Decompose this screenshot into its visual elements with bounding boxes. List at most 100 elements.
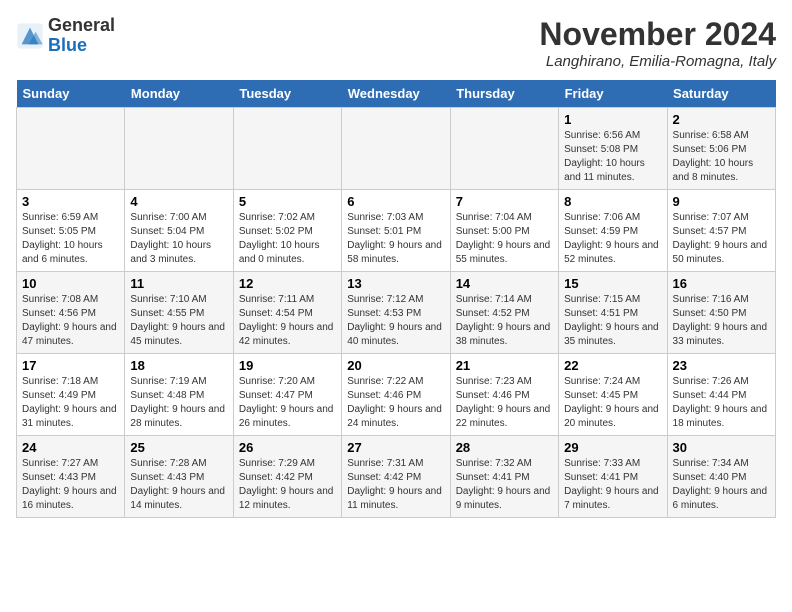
page-header: General Blue November 2024 Langhirano, E…	[16, 16, 776, 70]
calendar-cell: 1Sunrise: 6:56 AM Sunset: 5:08 PM Daylig…	[559, 108, 667, 190]
day-number: 29	[564, 440, 661, 455]
month-title: November 2024	[539, 16, 776, 53]
day-number: 3	[22, 194, 119, 209]
logo-icon	[16, 22, 44, 50]
calendar-week-row: 1Sunrise: 6:56 AM Sunset: 5:08 PM Daylig…	[17, 108, 776, 190]
day-number: 21	[456, 358, 553, 373]
day-info: Sunrise: 6:59 AM Sunset: 5:05 PM Dayligh…	[22, 211, 119, 267]
day-info: Sunrise: 7:04 AM Sunset: 5:00 PM Dayligh…	[456, 211, 553, 267]
day-info: Sunrise: 7:16 AM Sunset: 4:50 PM Dayligh…	[673, 293, 770, 349]
day-info: Sunrise: 7:06 AM Sunset: 4:59 PM Dayligh…	[564, 211, 661, 267]
day-info: Sunrise: 6:56 AM Sunset: 5:08 PM Dayligh…	[564, 129, 661, 185]
day-number: 5	[239, 194, 336, 209]
calendar-table: SundayMondayTuesdayWednesdayThursdayFrid…	[16, 80, 776, 518]
day-number: 26	[239, 440, 336, 455]
calendar-cell: 28 Sunrise: 7:32 AM Sunset: 4:41 PM Dayli…	[450, 436, 558, 518]
calendar-cell: 12 Sunrise: 7:11 AM Sunset: 4:54 PM Dayli…	[233, 272, 341, 354]
calendar-cell: 20 Sunrise: 7:22 AM Sunset: 4:46 PM Dayli…	[342, 354, 450, 436]
day-info: Sunrise: 7:24 AM Sunset: 4:45 PM Dayligh…	[564, 375, 661, 431]
calendar-cell: 11 Sunrise: 7:10 AM Sunset: 4:55 PM Dayli…	[125, 272, 233, 354]
calendar-week-row: 17 Sunrise: 7:18 AM Sunset: 4:49 PM Dayli…	[17, 354, 776, 436]
day-info: Sunrise: 7:28 AM Sunset: 4:43 PM Dayligh…	[130, 457, 227, 513]
calendar-day-header: Sunday	[17, 80, 125, 108]
day-info: Sunrise: 6:58 AM Sunset: 5:06 PM Dayligh…	[673, 129, 770, 185]
calendar-cell: 8Sunrise: 7:06 AM Sunset: 4:59 PM Daylig…	[559, 190, 667, 272]
calendar-cell: 19 Sunrise: 7:20 AM Sunset: 4:47 PM Dayli…	[233, 354, 341, 436]
day-number: 28	[456, 440, 553, 455]
day-info: Sunrise: 7:18 AM Sunset: 4:49 PM Dayligh…	[22, 375, 119, 431]
calendar-cell: 27 Sunrise: 7:31 AM Sunset: 4:42 PM Dayli…	[342, 436, 450, 518]
calendar-cell: 23 Sunrise: 7:26 AM Sunset: 4:44 PM Dayli…	[667, 354, 775, 436]
day-info: Sunrise: 7:20 AM Sunset: 4:47 PM Dayligh…	[239, 375, 336, 431]
day-info: Sunrise: 7:11 AM Sunset: 4:54 PM Dayligh…	[239, 293, 336, 349]
calendar-cell: 7Sunrise: 7:04 AM Sunset: 5:00 PM Daylig…	[450, 190, 558, 272]
day-number: 25	[130, 440, 227, 455]
calendar-cell: 18 Sunrise: 7:19 AM Sunset: 4:48 PM Dayli…	[125, 354, 233, 436]
day-info: Sunrise: 7:33 AM Sunset: 4:41 PM Dayligh…	[564, 457, 661, 513]
day-number: 19	[239, 358, 336, 373]
day-number: 24	[22, 440, 119, 455]
calendar-cell: 17 Sunrise: 7:18 AM Sunset: 4:49 PM Dayli…	[17, 354, 125, 436]
day-number: 30	[673, 440, 770, 455]
day-number: 10	[22, 276, 119, 291]
calendar-week-row: 10Sunrise: 7:08 AM Sunset: 4:56 PM Dayli…	[17, 272, 776, 354]
day-info: Sunrise: 7:19 AM Sunset: 4:48 PM Dayligh…	[130, 375, 227, 431]
calendar-cell: 26 Sunrise: 7:29 AM Sunset: 4:42 PM Dayli…	[233, 436, 341, 518]
day-number: 17	[22, 358, 119, 373]
day-number: 22	[564, 358, 661, 373]
calendar-day-header: Friday	[559, 80, 667, 108]
day-number: 16	[673, 276, 770, 291]
calendar-cell	[450, 108, 558, 190]
logo-general-text: General	[48, 15, 115, 35]
calendar-cell: 22 Sunrise: 7:24 AM Sunset: 4:45 PM Dayli…	[559, 354, 667, 436]
calendar-week-row: 24 Sunrise: 7:27 AM Sunset: 4:43 PM Dayli…	[17, 436, 776, 518]
day-number: 20	[347, 358, 444, 373]
calendar-cell: 16 Sunrise: 7:16 AM Sunset: 4:50 PM Dayli…	[667, 272, 775, 354]
day-number: 15	[564, 276, 661, 291]
day-info: Sunrise: 7:15 AM Sunset: 4:51 PM Dayligh…	[564, 293, 661, 349]
day-number: 6	[347, 194, 444, 209]
day-info: Sunrise: 7:32 AM Sunset: 4:41 PM Dayligh…	[456, 457, 553, 513]
day-info: Sunrise: 7:34 AM Sunset: 4:40 PM Dayligh…	[673, 457, 770, 513]
day-info: Sunrise: 7:03 AM Sunset: 5:01 PM Dayligh…	[347, 211, 444, 267]
calendar-day-header: Thursday	[450, 80, 558, 108]
day-info: Sunrise: 7:22 AM Sunset: 4:46 PM Dayligh…	[347, 375, 444, 431]
calendar-cell: 4Sunrise: 7:00 AM Sunset: 5:04 PM Daylig…	[125, 190, 233, 272]
day-number: 2	[673, 112, 770, 127]
calendar-day-header: Tuesday	[233, 80, 341, 108]
day-info: Sunrise: 7:26 AM Sunset: 4:44 PM Dayligh…	[673, 375, 770, 431]
calendar-cell: 6 Sunrise: 7:03 AM Sunset: 5:01 PM Daylig…	[342, 190, 450, 272]
day-info: Sunrise: 7:14 AM Sunset: 4:52 PM Dayligh…	[456, 293, 553, 349]
calendar-cell: 3 Sunrise: 6:59 AM Sunset: 5:05 PM Daylig…	[17, 190, 125, 272]
calendar-cell: 25 Sunrise: 7:28 AM Sunset: 4:43 PM Dayli…	[125, 436, 233, 518]
day-info: Sunrise: 7:10 AM Sunset: 4:55 PM Dayligh…	[130, 293, 227, 349]
day-number: 11	[130, 276, 227, 291]
calendar-cell: 21 Sunrise: 7:23 AM Sunset: 4:46 PM Dayli…	[450, 354, 558, 436]
calendar-cell: 9Sunrise: 7:07 AM Sunset: 4:57 PM Daylig…	[667, 190, 775, 272]
calendar-cell	[125, 108, 233, 190]
day-info: Sunrise: 7:29 AM Sunset: 4:42 PM Dayligh…	[239, 457, 336, 513]
day-number: 27	[347, 440, 444, 455]
logo-blue-text: Blue	[48, 35, 87, 55]
day-info: Sunrise: 7:07 AM Sunset: 4:57 PM Dayligh…	[673, 211, 770, 267]
calendar-day-header: Wednesday	[342, 80, 450, 108]
day-number: 4	[130, 194, 227, 209]
day-info: Sunrise: 7:27 AM Sunset: 4:43 PM Dayligh…	[22, 457, 119, 513]
day-info: Sunrise: 7:23 AM Sunset: 4:46 PM Dayligh…	[456, 375, 553, 431]
day-number: 13	[347, 276, 444, 291]
day-number: 18	[130, 358, 227, 373]
calendar-cell	[233, 108, 341, 190]
calendar-cell: 2 Sunrise: 6:58 AM Sunset: 5:06 PM Daylig…	[667, 108, 775, 190]
calendar-header-row: SundayMondayTuesdayWednesdayThursdayFrid…	[17, 80, 776, 108]
day-number: 14	[456, 276, 553, 291]
day-number: 12	[239, 276, 336, 291]
calendar-cell: 29 Sunrise: 7:33 AM Sunset: 4:41 PM Dayli…	[559, 436, 667, 518]
day-number: 23	[673, 358, 770, 373]
day-info: Sunrise: 7:31 AM Sunset: 4:42 PM Dayligh…	[347, 457, 444, 513]
calendar-cell: 24 Sunrise: 7:27 AM Sunset: 4:43 PM Dayli…	[17, 436, 125, 518]
day-info: Sunrise: 7:02 AM Sunset: 5:02 PM Dayligh…	[239, 211, 336, 267]
calendar-cell	[17, 108, 125, 190]
title-block: November 2024 Langhirano, Emilia-Romagna…	[539, 16, 776, 70]
calendar-cell: 14 Sunrise: 7:14 AM Sunset: 4:52 PM Dayli…	[450, 272, 558, 354]
calendar-day-header: Saturday	[667, 80, 775, 108]
